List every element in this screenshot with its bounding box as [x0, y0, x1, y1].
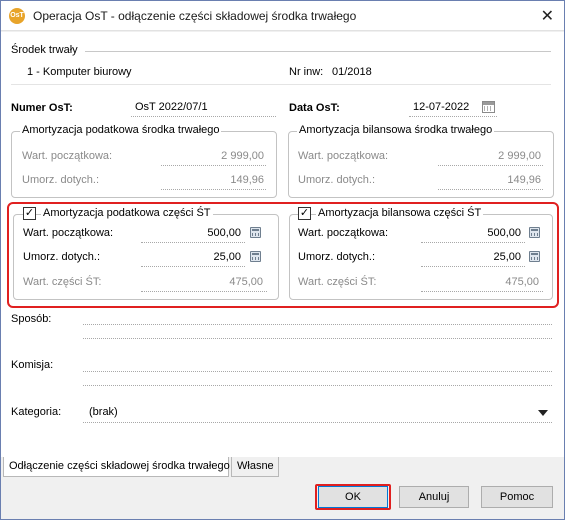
balance-asset-redemption-label: Umorz. dotych.:	[298, 174, 376, 186]
balance-part-initial-underline	[421, 242, 525, 243]
dialog-content: Środek trwały 1 - Komputer biurowy Nr in…	[1, 32, 564, 457]
tax-part-redemption-field[interactable]: 25,00	[151, 251, 241, 263]
window-title: Operacja OsT - odłączenie części składow…	[33, 9, 357, 23]
tax-asset-initial-underline	[161, 165, 266, 166]
balance-asset-redemption-underline	[438, 189, 543, 190]
balance-part-redemption-field[interactable]: 25,00	[431, 251, 521, 263]
commission-field[interactable]	[87, 359, 552, 387]
dialog-window: OsT Operacja OsT - odłączenie części skł…	[0, 0, 565, 520]
tax-asset-redemption-underline	[161, 189, 266, 190]
tax-part-initial-label: Wart. początkowa:	[23, 227, 114, 239]
tab-custom[interactable]: Własne	[231, 457, 279, 477]
commission-underline-2	[83, 385, 552, 386]
tab-part-disconnection[interactable]: Odłączenie części składowej środka trwał…	[3, 457, 230, 477]
asset-section-label: Środek trwały	[11, 44, 78, 56]
title-bar: OsT Operacja OsT - odłączenie części skł…	[1, 1, 564, 31]
asset-row-divider	[11, 84, 551, 85]
method-field[interactable]	[87, 313, 552, 341]
app-icon: OsT	[9, 8, 25, 24]
tax-asset-initial-value: 2 999,00	[221, 150, 264, 162]
balance-part-value-underline	[421, 291, 543, 292]
balance-part-redemption-label: Umorz. dotych.:	[298, 251, 376, 263]
balance-part-initial-field[interactable]: 500,00	[431, 227, 521, 239]
category-select[interactable]: (brak)	[89, 406, 118, 418]
tax-part-value: 475,00	[229, 276, 263, 288]
balance-part-value: 475,00	[505, 276, 539, 288]
calculator-icon[interactable]	[250, 227, 261, 238]
ost-number-field[interactable]: OsT 2022/07/1	[135, 101, 208, 113]
method-underline-1	[83, 324, 552, 325]
calculator-icon[interactable]	[529, 251, 540, 262]
commission-label: Komisja:	[11, 359, 54, 371]
method-label: Sposób:	[11, 313, 52, 325]
category-label: Kategoria:	[11, 406, 62, 418]
cancel-button[interactable]: Anuluj	[399, 486, 469, 508]
tax-part-redemption-label: Umorz. dotych.:	[23, 251, 101, 263]
commission-underline-1	[83, 371, 552, 372]
ost-date-underline	[409, 116, 497, 117]
tax-asset-redemption-value: 149,96	[230, 174, 264, 186]
help-button[interactable]: Pomoc	[481, 486, 553, 508]
tab-strip: Odłączenie części składowej środka trwał…	[1, 457, 564, 477]
balance-asset-group-title: Amortyzacja bilansowa środka trwałego	[297, 124, 495, 136]
balance-part-group-title: Amortyzacja bilansowa części ŚT	[316, 207, 484, 219]
balance-asset-initial-value: 2 999,00	[498, 150, 541, 162]
tax-part-value-underline	[141, 291, 267, 292]
tax-asset-initial-label: Wart. początkowa:	[22, 150, 113, 162]
tax-part-value-label: Wart. części ŚT:	[23, 276, 102, 288]
ost-date-field[interactable]: 12-07-2022	[413, 101, 469, 113]
tax-part-redemption-underline	[141, 266, 245, 267]
balance-asset-redemption-value: 149,96	[507, 174, 541, 186]
ok-button[interactable]: OK	[318, 486, 388, 508]
method-underline-2	[83, 338, 552, 339]
calculator-icon[interactable]	[529, 227, 540, 238]
tax-asset-redemption-label: Umorz. dotych.:	[22, 174, 100, 186]
tax-asset-group-title: Amortyzacja podatkowa środka trwałego	[20, 124, 222, 136]
close-icon[interactable]: ✕	[541, 6, 554, 26]
calculator-icon[interactable]	[250, 251, 261, 262]
balance-part-initial-label: Wart. początkowa:	[298, 227, 389, 239]
balance-part-checkbox[interactable]: ✓	[298, 207, 311, 220]
chevron-down-icon[interactable]	[538, 410, 548, 416]
tax-part-initial-underline	[141, 242, 245, 243]
asset-section-divider	[85, 51, 551, 52]
balance-asset-initial-label: Wart. początkowa:	[298, 150, 389, 162]
balance-part-redemption-underline	[421, 266, 525, 267]
asset-name: 1 - Komputer biurowy	[27, 66, 132, 78]
calendar-icon[interactable]	[482, 101, 495, 113]
tax-part-group-title: Amortyzacja podatkowa części ŚT	[41, 207, 213, 219]
balance-asset-initial-underline	[438, 165, 543, 166]
inventory-number-label: Nr inw:	[289, 66, 324, 78]
ost-date-label: Data OsT:	[289, 102, 340, 114]
balance-part-value-label: Wart. części ŚT:	[298, 276, 377, 288]
ost-number-underline	[131, 116, 276, 117]
tax-part-checkbox[interactable]: ✓	[23, 207, 36, 220]
tax-part-initial-field[interactable]: 500,00	[151, 227, 241, 239]
ost-number-label: Numer OsT:	[11, 102, 73, 114]
category-underline	[83, 422, 552, 423]
inventory-number-value: 01/2018	[332, 66, 372, 78]
